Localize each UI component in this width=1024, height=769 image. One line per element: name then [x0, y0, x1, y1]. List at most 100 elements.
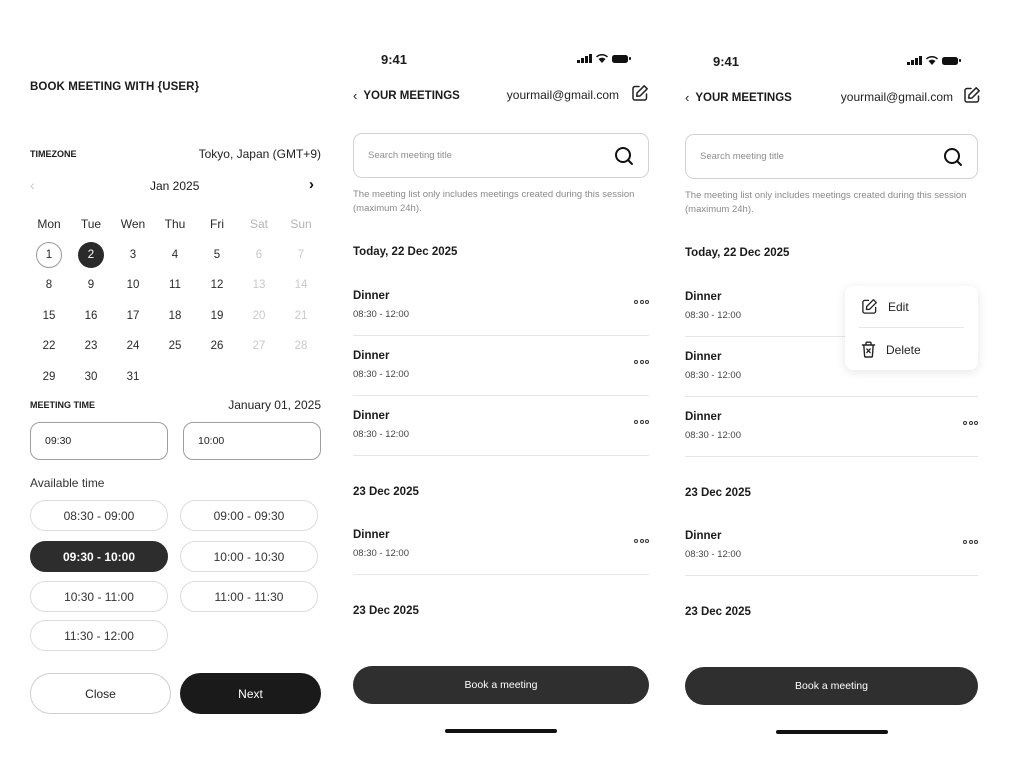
time-slot-selected[interactable]: 09:30 - 10:00 [30, 541, 168, 572]
calendar-day-number: 24 [126, 340, 140, 353]
calendar-day[interactable]: 3 [112, 242, 154, 268]
meeting-time: 08:30 - 12:00 [685, 310, 741, 321]
meeting-time-label: MEETING TIME [30, 400, 95, 410]
calendar-day-number: 22 [42, 340, 56, 353]
calendar-day[interactable]: 24 [112, 333, 154, 359]
edit-icon[interactable] [631, 84, 649, 102]
calendar-day[interactable]: 1 [28, 241, 70, 268]
calendar-day-number: 7 [297, 248, 305, 261]
time-slot[interactable]: 10:00 - 10:30 [180, 541, 318, 572]
section-heading: 23 Dec 2025 [685, 606, 751, 618]
calendar-day[interactable]: 15 [28, 303, 70, 329]
calendar-weekdays: Mon Tue Wen Thu Fri Sat Sun [28, 209, 324, 240]
more-options-icon[interactable] [963, 421, 978, 425]
menu-item-edit[interactable]: Edit [861, 298, 909, 315]
meeting-row[interactable]: Dinner 08:30 - 12:00 [685, 516, 978, 576]
search-icon[interactable] [943, 147, 963, 167]
close-button[interactable]: Close [30, 673, 171, 714]
status-icons [577, 54, 631, 63]
trash-icon [861, 341, 876, 358]
more-options-icon[interactable] [963, 540, 978, 544]
meeting-time-date: January 01, 2025 [228, 398, 321, 412]
more-options-icon[interactable] [634, 539, 649, 543]
calendar-day[interactable]: 8 [28, 272, 70, 298]
time-slot[interactable]: 11:00 - 11:30 [180, 581, 318, 612]
back-button[interactable]: ‹ YOUR MEETINGS [685, 90, 792, 105]
calendar-day-number: 14 [294, 279, 308, 292]
chevron-left-icon: ‹ [353, 88, 358, 103]
menu-item-delete[interactable]: Delete [861, 341, 921, 358]
search-input[interactable]: Search meeting title [368, 150, 614, 161]
calendar-day-number: 23 [84, 340, 98, 353]
time-slot[interactable]: 10:30 - 11:00 [30, 581, 168, 612]
calendar-day[interactable]: 9 [70, 272, 112, 298]
search-input[interactable]: Search meeting title [700, 151, 943, 162]
meeting-row[interactable]: Dinner 08:30 - 12:00 [353, 515, 649, 575]
calendar-day[interactable]: 26 [196, 333, 238, 359]
signal-icon [577, 54, 592, 63]
more-options-icon[interactable] [634, 300, 649, 304]
booking-title: BOOK MEETING WITH {USER} [30, 81, 200, 93]
calendar-day-number: 26 [210, 340, 224, 353]
meeting-title: Dinner [685, 530, 722, 542]
home-indicator [445, 729, 557, 733]
meeting-time: 08:30 - 12:00 [353, 429, 409, 440]
chevron-left-icon: ‹ [685, 90, 690, 105]
weekday-label: Tue [80, 217, 102, 232]
meeting-time: 08:30 - 12:00 [685, 370, 741, 381]
meeting-title: Dinner [685, 291, 722, 303]
calendar-day: 27 [238, 333, 280, 359]
next-button[interactable]: Next [180, 673, 321, 714]
calendar-day[interactable]: 5 [196, 242, 238, 268]
section-heading: 23 Dec 2025 [353, 605, 419, 617]
calendar-day-number: 20 [252, 309, 266, 322]
calendar-day-number: 29 [42, 370, 56, 383]
edit-icon [862, 299, 877, 314]
calendar-day[interactable]: 10 [112, 272, 154, 298]
calendar-day[interactable]: 23 [70, 333, 112, 359]
calendar-day[interactable]: 29 [28, 364, 70, 390]
available-time-label: Available time [30, 476, 105, 490]
calendar-day[interactable]: 4 [154, 242, 196, 268]
meeting-row[interactable]: Dinner 08:30 - 12:00 [353, 396, 649, 456]
time-slot[interactable]: 09:00 - 09:30 [180, 500, 318, 531]
calendar-day: 14 [280, 272, 322, 298]
book-meeting-button[interactable]: Book a meeting [685, 667, 978, 705]
calendar-week: 8 9 10 11 12 13 14 [28, 270, 324, 301]
chevron-left-icon[interactable]: ‹ [30, 177, 35, 193]
book-meeting-button[interactable]: Book a meeting [353, 666, 649, 704]
calendar-day[interactable]: 31 [112, 364, 154, 390]
timezone-value[interactable]: Tokyo, Japan (GMT+9) [199, 147, 321, 161]
back-button[interactable]: ‹ YOUR MEETINGS [353, 88, 460, 103]
search-icon[interactable] [614, 146, 634, 166]
calendar-day[interactable]: 16 [70, 303, 112, 329]
calendar-day[interactable]: 11 [154, 272, 196, 298]
search-bar[interactable]: Search meeting title [353, 133, 649, 178]
more-options-icon[interactable] [634, 420, 649, 424]
calendar-day[interactable]: 17 [112, 303, 154, 329]
calendar-day-number: 28 [294, 340, 308, 353]
calendar-day[interactable]: 30 [70, 364, 112, 390]
meeting-time: 08:30 - 12:00 [353, 309, 409, 320]
calendar-day-number: 16 [84, 309, 98, 322]
meeting-time: 08:30 - 12:00 [685, 549, 741, 560]
meeting-row[interactable]: Dinner 08:30 - 12:00 [353, 336, 649, 396]
time-slot[interactable]: 08:30 - 09:00 [30, 500, 168, 531]
end-time-input[interactable]: 10:00 [183, 422, 321, 460]
status-time: 9:41 [381, 52, 408, 67]
calendar-day[interactable]: 12 [196, 272, 238, 298]
calendar-day[interactable]: 18 [154, 303, 196, 329]
edit-icon[interactable] [963, 86, 981, 104]
start-time-input[interactable]: 09:30 [30, 422, 168, 460]
search-bar[interactable]: Search meeting title [685, 134, 978, 179]
meeting-row[interactable]: Dinner 08:30 - 12:00 [685, 397, 978, 457]
calendar-day[interactable]: 22 [28, 333, 70, 359]
calendar-day[interactable]: 25 [154, 333, 196, 359]
more-options-icon[interactable] [634, 360, 649, 364]
weekday-label: Mon [37, 217, 61, 232]
calendar-day[interactable]: 19 [196, 303, 238, 329]
meeting-row[interactable]: Dinner 08:30 - 12:00 [353, 276, 649, 336]
calendar-day[interactable]: 2 [70, 241, 112, 268]
chevron-right-icon[interactable]: › [309, 176, 314, 193]
time-slot[interactable]: 11:30 - 12:00 [30, 620, 168, 651]
